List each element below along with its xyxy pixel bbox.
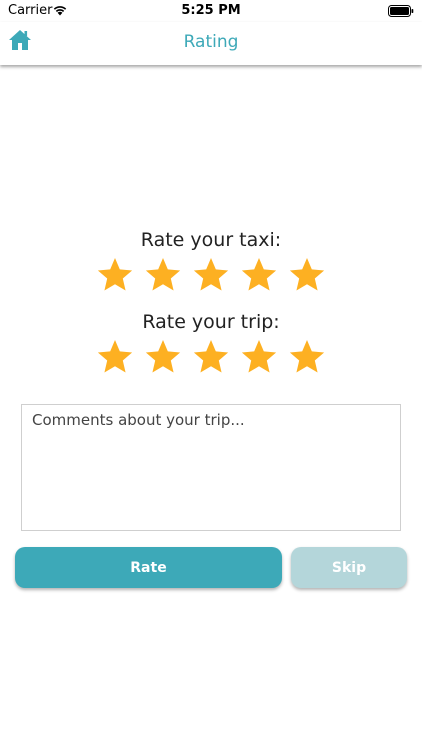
status-time: 5:25 PM [181, 3, 241, 18]
trip-star-4-icon[interactable] [240, 338, 278, 376]
trip-rating-label: Rate your trip: [142, 311, 280, 333]
comments-input[interactable] [21, 404, 401, 531]
trip-star-3-icon[interactable] [192, 338, 230, 376]
status-bar: Carrier 5:25 PM [0, 0, 422, 22]
taxi-star-1-icon[interactable] [96, 256, 134, 294]
taxi-star-5-icon[interactable] [288, 256, 326, 294]
trip-rating-stars [0, 338, 422, 380]
taxi-star-2-icon[interactable] [144, 256, 182, 294]
trip-star-2-icon[interactable] [144, 338, 182, 376]
taxi-rating-stars [0, 256, 422, 298]
trip-star-5-icon[interactable] [288, 338, 326, 376]
trip-star-1-icon[interactable] [96, 338, 134, 376]
taxi-star-3-icon[interactable] [192, 256, 230, 294]
rate-button[interactable]: Rate [15, 547, 282, 588]
battery-icon [388, 5, 414, 17]
rating-screen: Carrier 5:25 PM Rating Rate your taxi: R… [0, 0, 422, 750]
nav-bar: Rating [0, 22, 422, 65]
page-title: Rating [183, 32, 239, 52]
taxi-rating-label: Rate your taxi: [140, 229, 282, 251]
taxi-star-4-icon[interactable] [240, 256, 278, 294]
skip-button[interactable]: Skip [291, 547, 407, 588]
